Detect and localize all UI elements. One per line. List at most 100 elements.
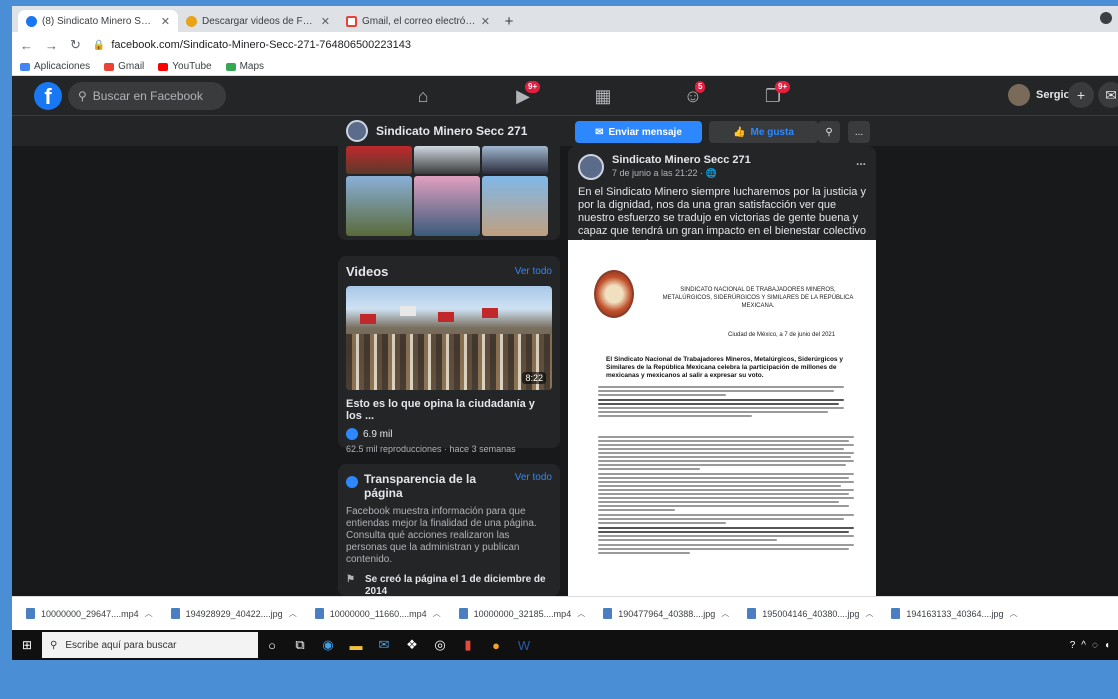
back-icon[interactable]: ← [20, 38, 33, 53]
chevron-up-icon[interactable]: ︿ [721, 608, 729, 619]
address-bar: ← → ↻ 🔒 facebook.com/Sindicato-Minero-Se… [12, 32, 1118, 58]
photo-thumbnail[interactable] [482, 146, 548, 174]
chevron-up-icon[interactable]: ︿ [865, 608, 873, 619]
network-icon[interactable]: ◌ [1092, 640, 1098, 651]
messenger-icon: ✉ [595, 126, 604, 138]
see-all-link[interactable]: Ver todo [515, 472, 552, 500]
close-tab-icon[interactable]: ✕ [161, 15, 170, 28]
office-icon[interactable]: ▮ [454, 634, 482, 656]
bookmark-youtube[interactable]: YouTube [158, 61, 212, 72]
volume-icon[interactable]: ◖ [1104, 640, 1110, 651]
file-icon [458, 608, 468, 619]
file-explorer-icon[interactable]: ▬ [342, 634, 370, 656]
video-title[interactable]: Esto es lo que opina la ciudadanía y los… [346, 398, 552, 422]
facebook-logo-icon[interactable]: f [34, 82, 62, 110]
home-icon[interactable]: ⌂ [410, 84, 436, 108]
download-item[interactable]: 195004146_40380....jpg ︿ [747, 608, 873, 619]
chevron-up-icon[interactable]: ︿ [433, 608, 441, 619]
post-image-document[interactable]: SINDICATO NACIONAL DE TRABAJADORES MINER… [568, 240, 876, 596]
close-tab-icon[interactable]: ✕ [481, 15, 490, 28]
cortana-icon[interactable]: ○ [258, 634, 286, 656]
see-all-link[interactable]: Ver todo [515, 266, 552, 277]
facebook-search-input[interactable]: ⚲ Buscar en Facebook [68, 82, 226, 110]
media-icon[interactable]: ◎ [426, 634, 454, 656]
apps-grid-icon [20, 62, 30, 71]
chevron-up-icon[interactable]: ︿ [577, 608, 585, 619]
chevron-up-icon[interactable]: ︿ [1009, 608, 1017, 619]
photo-thumbnail[interactable] [482, 176, 548, 236]
search-icon: ⚲ [50, 639, 58, 651]
bookmark-maps[interactable]: Maps [225, 61, 264, 72]
tab-sindicato[interactable]: (8) Sindicato Minero Secc 271 | F ✕ [18, 10, 178, 32]
mail-icon[interactable]: ✉ [370, 634, 398, 656]
file-icon [314, 608, 324, 619]
download-item[interactable]: 190477964_40388....jpg ︿ [603, 608, 729, 619]
help-icon[interactable]: ? [1070, 640, 1076, 651]
page-created-date: Se creó la página el 1 de diciembre de 2… [364, 574, 546, 597]
page-search-button[interactable]: ⚲ [818, 121, 840, 143]
search-placeholder: Buscar en Facebook [92, 89, 203, 103]
gaming-icon[interactable]: ❐ 9+ [760, 81, 791, 108]
photo-thumbnail[interactable] [346, 146, 412, 174]
photo-thumbnail[interactable] [414, 146, 480, 174]
profile-circle-icon[interactable] [1100, 12, 1112, 24]
tab-gmail[interactable]: Gmail, el correo electrónico de G ✕ [338, 10, 498, 32]
download-item[interactable]: 10000000_29647....mp4 ︿ [26, 608, 153, 619]
groups-icon[interactable]: ☺ 5 [680, 81, 706, 108]
forward-icon[interactable]: → [45, 38, 58, 53]
chevron-up-icon[interactable]: ︿ [289, 608, 297, 619]
video-thumbnail[interactable]: 8:22 [346, 286, 552, 390]
new-tab-button[interactable]: + [498, 10, 520, 32]
file-icon [603, 608, 613, 619]
tab-descargar[interactable]: Descargar videos de Facebook en ✕ [178, 10, 338, 32]
like-button[interactable]: 👍 Me gusta [709, 121, 818, 143]
facebook-favicon-icon [26, 15, 37, 27]
download-filename: 10000000_32185....mp4 [473, 608, 572, 619]
chevron-up-icon[interactable]: ︿ [145, 608, 153, 619]
page-title: Sindicato Minero Secc 271 [376, 124, 528, 138]
word-icon[interactable]: W [510, 634, 538, 656]
photo-thumbnail[interactable] [414, 176, 480, 236]
task-view-icon[interactable]: ⧉ [286, 634, 314, 656]
post-options-button[interactable]: ... [856, 154, 866, 168]
download-item[interactable]: 10000000_32185....mp4 ︿ [458, 608, 585, 619]
crowd-image [346, 334, 552, 390]
watch-icon[interactable]: ▶ 9+ [510, 81, 541, 108]
send-message-button[interactable]: ✉ Enviar mensaje [575, 121, 702, 143]
download-item[interactable]: 10000000_11660....mp4 ︿ [314, 608, 441, 619]
url-field[interactable]: 🔒 facebook.com/Sindicato-Minero-Secc-271… [93, 39, 411, 51]
chevron-up-icon[interactable]: ^ [1081, 640, 1086, 651]
marketplace-icon[interactable]: ▦ [590, 84, 616, 108]
reload-icon[interactable]: ↻ [70, 37, 81, 53]
page-more-button[interactable]: ... [848, 121, 870, 143]
post-timestamp[interactable]: 7 de junio a las 21:22 · 🌐 [612, 168, 751, 179]
chrome-icon[interactable]: ● [482, 634, 510, 656]
edge-icon[interactable]: ◉ [314, 634, 342, 656]
photos-card [338, 146, 560, 240]
windows-start-icon[interactable]: ⊞ [12, 638, 42, 652]
gmail-icon [104, 62, 115, 71]
page-name-link[interactable]: Sindicato Minero Secc 271 [346, 120, 527, 142]
photo-thumbnail[interactable] [346, 176, 412, 236]
download-item[interactable]: 194163133_40364....jpg ︿ [891, 608, 1017, 619]
bookmark-gmail[interactable]: Gmail [104, 61, 144, 72]
document-date: Ciudad de México, a 7 de junio del 2021 [728, 332, 836, 338]
post-time-text: 7 de junio a las 21:22 · [612, 168, 704, 178]
videos-card: Videos Ver todo 8:22 Esto es lo que opin… [338, 256, 560, 454]
post-author[interactable]: Sindicato Minero Secc 271 [612, 154, 751, 166]
avatar [1008, 84, 1030, 106]
bookmark-label: Gmail [118, 61, 145, 72]
download-item[interactable]: 194928929_40422....jpg ︿ [170, 608, 297, 619]
document-title: El Sindicato Nacional de Trabajadores Mi… [606, 356, 843, 379]
create-button[interactable]: + [1068, 82, 1094, 108]
messenger-icon[interactable]: ✉ [1098, 82, 1118, 108]
flag-shape [482, 308, 498, 318]
close-tab-icon[interactable]: ✕ [321, 15, 330, 28]
post-avatar[interactable] [578, 154, 604, 180]
taskbar-search-input[interactable]: ⚲ Escribe aquí para buscar [42, 632, 258, 658]
thumbs-up-icon: 👍 [733, 126, 746, 138]
user-profile-link[interactable]: Sergio [1008, 84, 1070, 106]
download-filename: 194163133_40364....jpg [906, 608, 1004, 619]
bookmark-apps[interactable]: Aplicaciones [20, 61, 90, 72]
dropbox-icon[interactable]: ❖ [398, 634, 426, 656]
